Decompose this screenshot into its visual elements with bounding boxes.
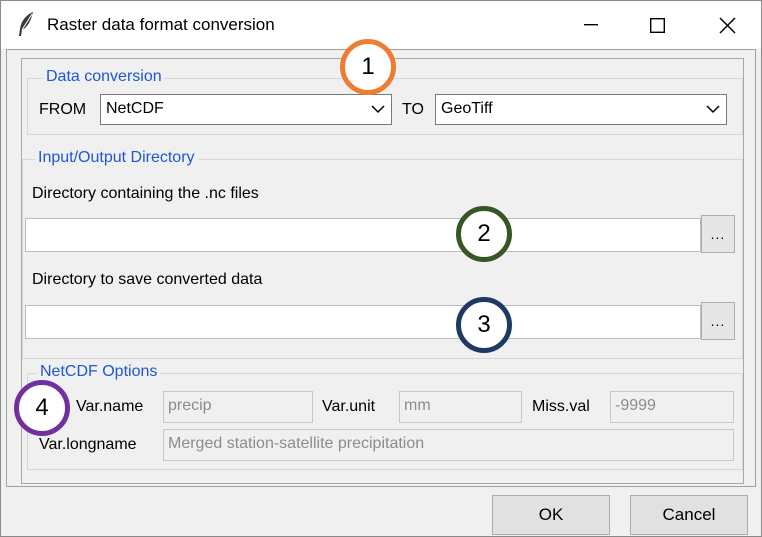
- window-title: Raster data format conversion: [47, 15, 275, 34]
- chevron-down-icon: [706, 105, 720, 114]
- varname-field[interactable]: precip: [163, 391, 313, 423]
- io-directory-group: Input/Output Directory Directory contain…: [22, 149, 743, 359]
- from-label: FROM: [39, 101, 87, 118]
- callout-1: 1: [340, 39, 396, 95]
- content-panel: Data conversion FROM NetCDF TO GeoTiff I…: [21, 58, 744, 484]
- output-browse-button[interactable]: ...: [701, 302, 735, 340]
- callout-3: 3: [456, 297, 512, 353]
- from-format-value: NetCDF: [106, 100, 164, 117]
- varunit-field[interactable]: mm: [399, 391, 522, 423]
- longname-field[interactable]: Merged station-satellite precipitation: [163, 429, 734, 461]
- longname-label: Var.longname: [39, 436, 137, 453]
- feather-icon: [19, 12, 33, 36]
- callout-3-number: 3: [477, 311, 491, 338]
- output-dir-label: Directory to save converted data: [32, 271, 263, 288]
- netcdf-options-group: NetCDF Options Var.name precip Var.unit …: [27, 363, 743, 470]
- to-label: TO: [402, 101, 424, 118]
- from-format-select[interactable]: NetCDF: [100, 94, 392, 125]
- maximize-button[interactable]: [624, 1, 690, 49]
- ok-button[interactable]: OK: [492, 495, 610, 535]
- callout-4-number: 4: [35, 394, 49, 421]
- output-dir-field[interactable]: [25, 305, 701, 339]
- cancel-button[interactable]: Cancel: [630, 495, 748, 535]
- data-conversion-legend: Data conversion: [43, 68, 165, 86]
- minimize-icon: [584, 24, 598, 26]
- minimize-button[interactable]: [558, 1, 624, 49]
- close-button[interactable]: [694, 1, 760, 49]
- io-directory-legend: Input/Output Directory: [35, 149, 198, 167]
- content-frame: Data conversion FROM NetCDF TO GeoTiff I…: [6, 49, 756, 487]
- dialog-window: Raster data format conversion Data conve…: [0, 0, 762, 537]
- callout-4: 4: [14, 380, 70, 436]
- missval-field[interactable]: -9999: [610, 391, 734, 423]
- callout-2-number: 2: [477, 220, 491, 247]
- varunit-label: Var.unit: [322, 398, 376, 415]
- to-format-select[interactable]: GeoTiff: [435, 94, 727, 125]
- close-icon: [718, 16, 736, 34]
- input-dir-field[interactable]: [25, 218, 701, 252]
- netcdf-options-legend: NetCDF Options: [37, 363, 161, 381]
- chevron-down-icon: [371, 105, 385, 114]
- maximize-icon: [649, 17, 665, 33]
- input-dir-label: Directory containing the .nc files: [32, 185, 259, 202]
- callout-1-number: 1: [361, 53, 375, 80]
- to-format-value: GeoTiff: [441, 100, 493, 117]
- callout-2: 2: [456, 206, 512, 262]
- missval-label: Miss.val: [532, 398, 590, 415]
- varname-label: Var.name: [76, 398, 144, 415]
- input-browse-button[interactable]: ...: [701, 215, 735, 253]
